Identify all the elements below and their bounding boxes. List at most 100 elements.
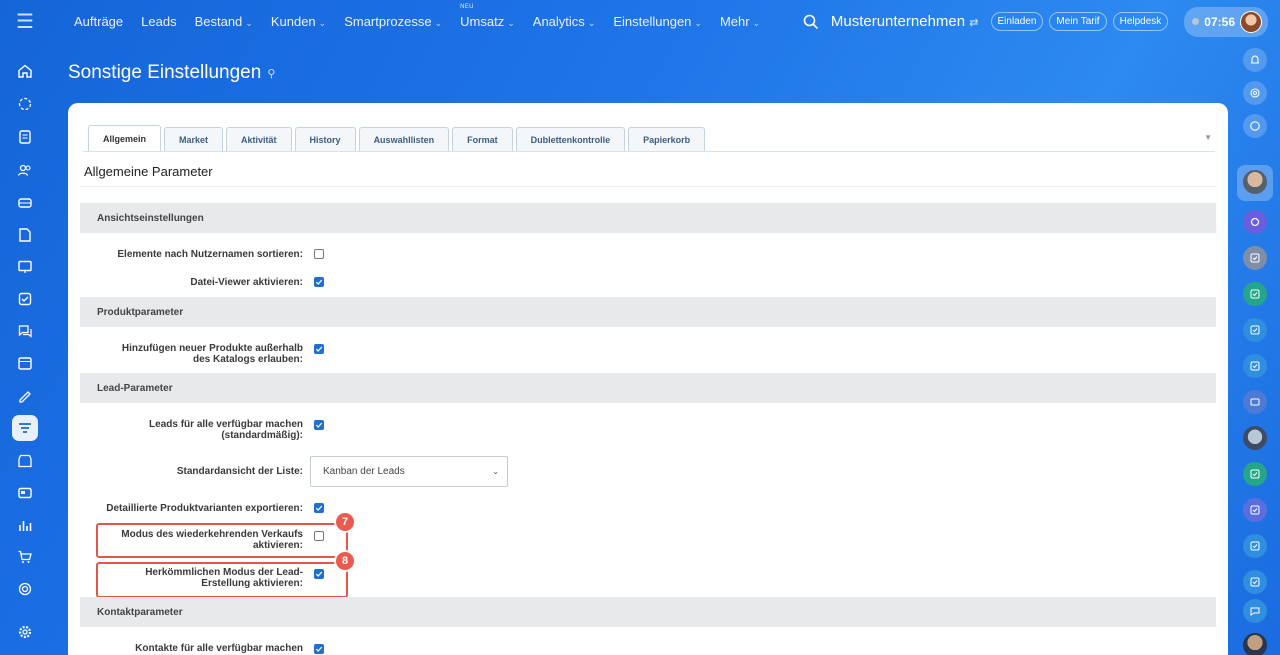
right-sidebar bbox=[1230, 43, 1280, 655]
add-products-checkbox[interactable] bbox=[314, 344, 324, 354]
export-variants-checkbox[interactable] bbox=[314, 503, 324, 513]
leads-all-checkbox[interactable] bbox=[314, 420, 324, 430]
crm-filter-icon[interactable] bbox=[12, 415, 38, 441]
store-icon[interactable] bbox=[12, 448, 38, 474]
top-bar: ☰ Aufträge Leads Bestand ⌄ Kunden ⌄ Smartp… bbox=[0, 0, 1280, 43]
card-icon[interactable] bbox=[12, 480, 38, 506]
pin-icon[interactable]: ⚲ bbox=[267, 67, 275, 80]
default-view-value: Kanban der Leads bbox=[323, 466, 405, 477]
chevron-down-icon: ⌄ bbox=[587, 18, 596, 28]
settings-tabs: Allgemein Market Aktivität History Auswa… bbox=[88, 125, 708, 151]
worktime-clock[interactable]: 07:56 bbox=[1184, 6, 1268, 37]
new-badge: NEU bbox=[460, 4, 474, 10]
nav-item-analytics[interactable]: Analytics ⌄ bbox=[533, 14, 596, 29]
step-badge: 7 bbox=[334, 511, 356, 533]
cart-icon[interactable] bbox=[12, 544, 38, 570]
tab-history[interactable]: History bbox=[294, 127, 356, 151]
chevron-down-icon[interactable]: ▼ bbox=[1204, 133, 1212, 142]
task-chat-icon[interactable] bbox=[1243, 570, 1267, 594]
bell-icon[interactable] bbox=[1243, 48, 1267, 72]
spiral-icon[interactable] bbox=[1243, 81, 1267, 105]
tab-auswahllisten[interactable]: Auswahllisten bbox=[358, 127, 450, 151]
avatar[interactable] bbox=[1243, 633, 1267, 655]
nav-item-bestand[interactable]: Bestand ⌄ bbox=[195, 14, 253, 29]
tasks-icon[interactable] bbox=[12, 286, 38, 312]
card-chat-icon[interactable] bbox=[1243, 390, 1267, 414]
inbox-icon[interactable] bbox=[12, 190, 38, 216]
my-plan-button[interactable]: Mein Tarif bbox=[1049, 12, 1107, 31]
file-icon[interactable] bbox=[12, 222, 38, 248]
sort-by-user-checkbox[interactable] bbox=[314, 249, 324, 259]
analytics-icon[interactable] bbox=[12, 512, 38, 538]
home-icon[interactable] bbox=[12, 58, 38, 84]
chevron-down-icon: ⌄ bbox=[694, 18, 702, 28]
check-icon bbox=[315, 346, 323, 352]
task-chat-icon[interactable] bbox=[1243, 498, 1267, 522]
recurring-sales-label: Modus des wiederkehrenden Verkaufs aktivi… bbox=[121, 529, 303, 551]
nav-item-kunden[interactable]: Kunden ⌄ bbox=[271, 14, 326, 29]
contacts-all-label: Kontakte für alle verfügbar machen bbox=[135, 643, 303, 654]
recurring-sales-checkbox[interactable] bbox=[314, 531, 324, 541]
sort-by-user-label: Elemente nach Nutzernamen sortieren: bbox=[117, 249, 303, 260]
message-chat-icon[interactable] bbox=[1243, 599, 1267, 623]
nav-item-leads[interactable]: Leads bbox=[141, 14, 176, 29]
avatar[interactable] bbox=[1243, 426, 1267, 450]
tab-market[interactable]: Market bbox=[164, 127, 224, 151]
avatar[interactable] bbox=[1240, 10, 1262, 33]
invite-button[interactable]: Einladen bbox=[990, 12, 1044, 31]
check-icon bbox=[315, 646, 323, 652]
check-icon bbox=[315, 505, 323, 511]
nav-item-auftraege[interactable]: Aufträge bbox=[74, 14, 123, 29]
search-icon[interactable] bbox=[803, 14, 819, 30]
presentation-icon[interactable] bbox=[12, 254, 38, 280]
file-viewer-label: Datei-Viewer aktivieren: bbox=[190, 277, 303, 288]
contacts-icon[interactable] bbox=[12, 157, 38, 183]
target-icon[interactable] bbox=[12, 576, 38, 602]
group-header-product: Produktparameter bbox=[80, 297, 1216, 327]
export-variants-label: Detaillierte Produktvarianten exportiere… bbox=[106, 503, 303, 514]
tab-format[interactable]: Format bbox=[452, 127, 513, 151]
default-view-select[interactable]: Kanban der Leads ⌄ bbox=[310, 456, 508, 487]
task-chat-icon[interactable] bbox=[1243, 282, 1267, 306]
menu-icon[interactable]: ☰ bbox=[0, 0, 50, 43]
nav-item-smartprozesse[interactable]: Smartprozesse ⌄ bbox=[344, 14, 442, 29]
helpdesk-button[interactable]: Helpdesk bbox=[1112, 12, 1169, 31]
gear-icon[interactable] bbox=[12, 619, 38, 645]
contacts-all-checkbox[interactable] bbox=[314, 644, 324, 654]
tab-allgemein[interactable]: Allgemein bbox=[88, 125, 162, 151]
search-chat-icon[interactable] bbox=[1243, 114, 1267, 138]
task-chat-icon[interactable] bbox=[1243, 462, 1267, 486]
ai-icon[interactable] bbox=[1243, 210, 1267, 234]
file-viewer-checkbox[interactable] bbox=[314, 277, 324, 287]
tab-dublettenkontrolle[interactable]: Dublettenkontrolle bbox=[515, 127, 626, 151]
tab-divider bbox=[83, 151, 1215, 152]
company-name[interactable]: Musterunternehmen ⇄ bbox=[831, 13, 979, 30]
check-icon bbox=[315, 422, 323, 428]
sign-icon[interactable] bbox=[12, 383, 38, 409]
chevron-down-icon: ⌄ bbox=[318, 18, 327, 28]
task-chat-icon[interactable] bbox=[1243, 534, 1267, 558]
step-badge: 8 bbox=[334, 550, 356, 572]
chevron-down-icon: ⌄ bbox=[752, 18, 761, 28]
task-chat-icon[interactable] bbox=[1243, 246, 1267, 270]
task-chat-icon[interactable] bbox=[1243, 318, 1267, 342]
nav-item-umsatz[interactable]: NEU Umsatz ⌄ bbox=[460, 4, 515, 29]
nav-item-mehr[interactable]: Mehr ⌄ bbox=[720, 14, 760, 29]
puzzle-icon[interactable] bbox=[12, 91, 38, 117]
check-icon bbox=[315, 279, 323, 285]
group-header-view: Ansichtseinstellungen bbox=[80, 203, 1216, 233]
chat-icon[interactable] bbox=[12, 318, 38, 344]
chevron-down-icon: ⌄ bbox=[492, 467, 499, 476]
document-icon[interactable] bbox=[12, 124, 38, 150]
tab-aktivitaet[interactable]: Aktivität bbox=[226, 127, 292, 151]
switch-icon: ⇄ bbox=[969, 17, 979, 29]
add-products-label: Hinzufügen neuer Produkte außerhalb des K… bbox=[121, 343, 303, 365]
calendar-icon[interactable] bbox=[12, 350, 38, 376]
task-chat-icon[interactable] bbox=[1243, 354, 1267, 378]
nav-item-einstellungen[interactable]: Einstellungen ⌄ bbox=[613, 14, 702, 29]
page-title: Sonstige Einstellungen ⚲ bbox=[68, 62, 276, 83]
tab-papierkorb[interactable]: Papierkorb bbox=[628, 127, 706, 151]
left-sidebar bbox=[0, 43, 50, 655]
classic-lead-mode-checkbox[interactable] bbox=[314, 569, 324, 579]
avatar[interactable] bbox=[1243, 170, 1267, 194]
